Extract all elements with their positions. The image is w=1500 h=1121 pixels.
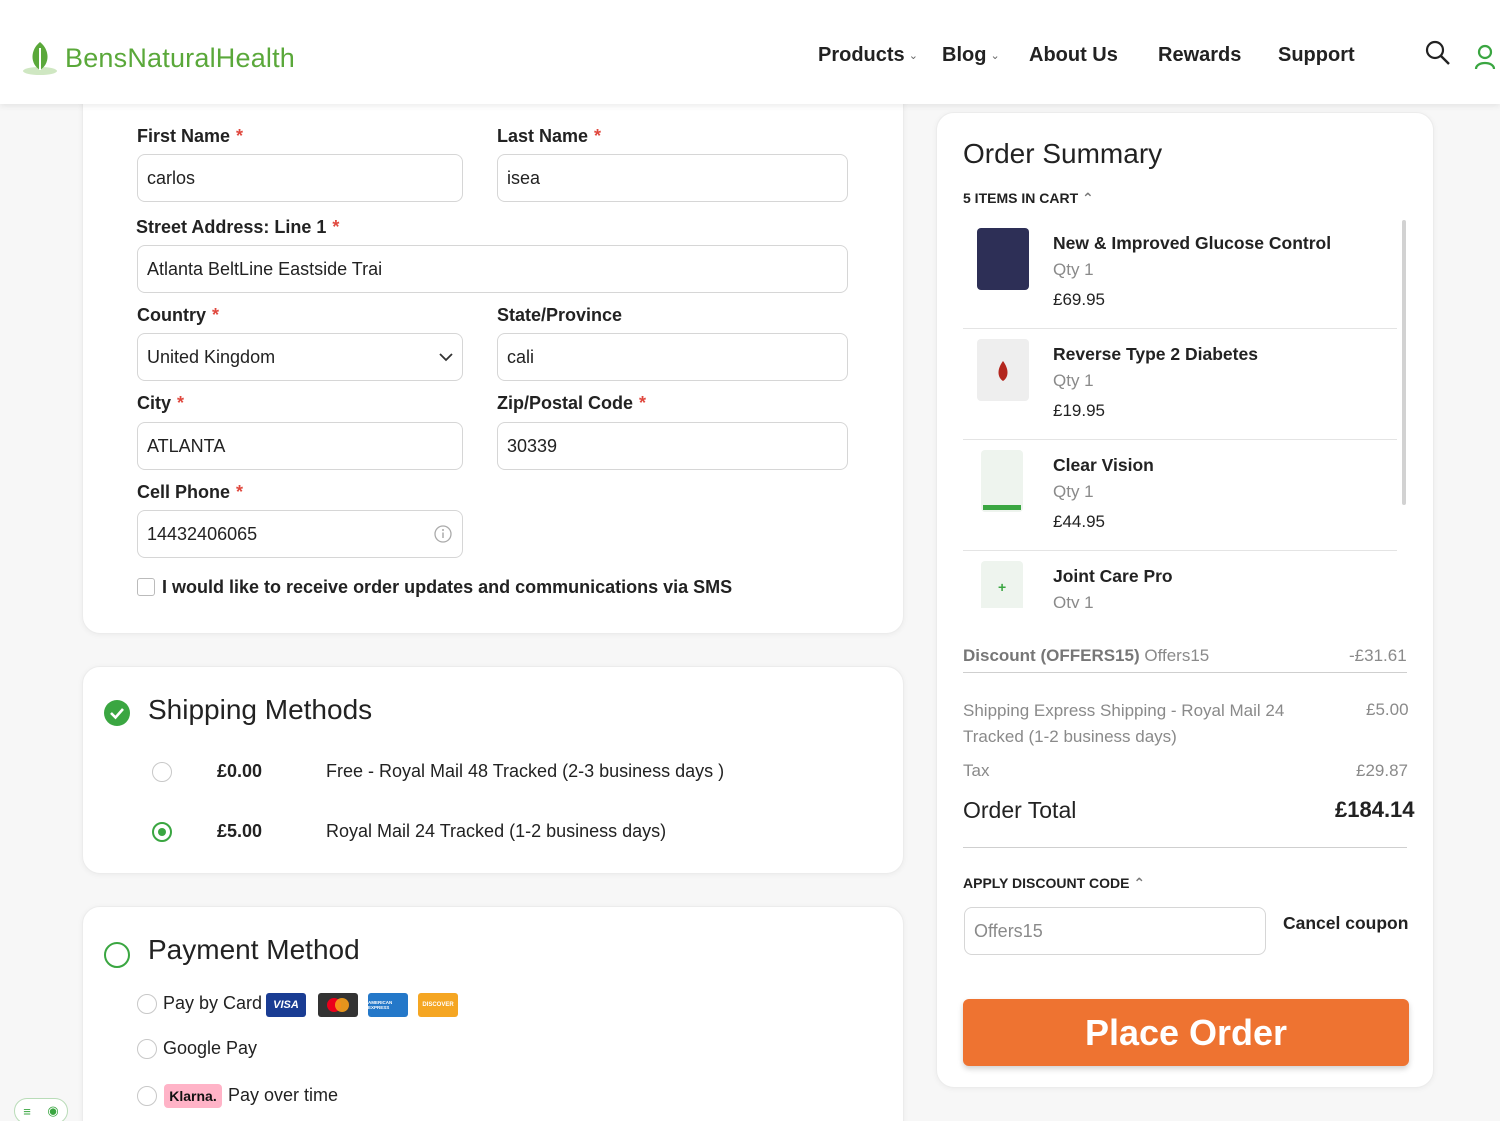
- state-input[interactable]: cali: [497, 333, 848, 381]
- shipping-value: £5.00: [1366, 700, 1409, 719]
- cart-item-qty: Qty 1: [1053, 593, 1094, 608]
- product-image: [977, 228, 1029, 290]
- nav-rewards-label: Rewards: [1158, 44, 1242, 66]
- check-circle-icon: [104, 700, 130, 726]
- top-navigation: BensNaturalHealth Products ⌄ Blog ⌄ About …: [0, 0, 1500, 104]
- cart-item-qty: Qty 1: [1053, 260, 1094, 279]
- first-name-input[interactable]: carlos: [137, 154, 463, 202]
- pay-by-card-label: Pay by Card: [163, 993, 263, 1013]
- apply-discount-toggle[interactable]: APPLY DISCOUNT CODE ⌃: [963, 875, 1145, 892]
- shipping-row-label: Shipping Express Shipping - Royal Mail 2…: [963, 701, 1285, 746]
- discount-code-input[interactable]: Offers15: [964, 907, 1266, 955]
- cart-item-price: £69.95: [1053, 290, 1105, 309]
- cart-scrollbar[interactable]: [1402, 220, 1406, 505]
- step-circle-icon: [104, 942, 130, 968]
- nav-about[interactable]: About Us: [1029, 44, 1118, 67]
- cart-item-name: Clear Vision: [1053, 455, 1154, 475]
- items-in-cart-toggle[interactable]: 5 ITEMS IN CART ⌃: [963, 190, 1094, 207]
- google-pay-label: Google Pay: [163, 1038, 258, 1058]
- cart-item-qty: Qty 1: [1053, 371, 1094, 390]
- info-icon[interactable]: [433, 524, 453, 544]
- nav-products-label: Products: [818, 44, 905, 66]
- nav-rewards[interactable]: Rewards: [1158, 44, 1241, 67]
- country-select[interactable]: United Kingdom: [137, 333, 463, 381]
- tax-value: £29.87: [1356, 761, 1408, 780]
- city-input[interactable]: ATLANTA: [137, 422, 463, 470]
- shipping-option-price: £0.00: [217, 761, 263, 781]
- chevron-up-icon: ⌃: [1133, 875, 1146, 891]
- accessibility-widget[interactable]: ≡ ◉: [14, 1098, 68, 1121]
- product-image: +: [981, 561, 1023, 608]
- divider: [963, 328, 1397, 329]
- list-icon: ≡: [23, 1103, 31, 1119]
- cart-item-name: Reverse Type 2 Diabetes: [1053, 344, 1258, 364]
- klarna-radio[interactable]: [137, 1086, 157, 1106]
- first-name-label: First Name *: [137, 126, 244, 146]
- order-summary-title: Order Summary: [963, 138, 1163, 169]
- pay-by-card-radio[interactable]: [137, 994, 157, 1014]
- chevron-down-icon: [439, 353, 453, 362]
- cart-item-name: New & Improved Glucose Control: [1053, 233, 1332, 253]
- nav-blog-label: Blog: [942, 44, 987, 66]
- nav-support-label: Support: [1278, 44, 1355, 66]
- shipping-option-express-radio[interactable]: [152, 822, 172, 842]
- shipping-option-free-radio[interactable]: [152, 762, 172, 782]
- klarna-label: Pay over time: [228, 1085, 339, 1105]
- street-label: Street Address: Line 1 *: [136, 217, 340, 237]
- cart-item-price: £19.95: [1053, 401, 1105, 420]
- discount-value: -£31.61: [1349, 646, 1407, 665]
- cart-item-price: £44.95: [1053, 512, 1105, 531]
- search-icon[interactable]: [1425, 40, 1451, 66]
- leaf-logo-icon: [23, 42, 57, 75]
- shipping-option-price: £5.00: [217, 821, 263, 841]
- mastercard-icon: [318, 993, 358, 1017]
- brand-name: BensNaturalHealth: [65, 42, 296, 73]
- visa-icon: VISA: [266, 993, 306, 1017]
- discover-icon: DISCOVER: [418, 993, 458, 1017]
- order-total-value: £184.14: [1335, 797, 1415, 822]
- shipping-title: Shipping Methods: [148, 694, 373, 725]
- sms-label: I would like to receive order updates an…: [162, 577, 733, 597]
- last-name-input[interactable]: isea: [497, 154, 848, 202]
- amex-icon: AMERICAN EXPRESS: [368, 993, 408, 1017]
- cookie-icon: ◉: [47, 1103, 59, 1118]
- chevron-down-icon: ⌄: [990, 50, 1000, 62]
- klarna-badge: Klarna.: [164, 1084, 222, 1108]
- divider: [963, 439, 1397, 440]
- chevron-down-icon: ⌄: [908, 50, 918, 62]
- discount-row-label: Discount (OFFERS15) Offers15: [963, 646, 1210, 665]
- divider: [963, 672, 1407, 673]
- cart-item-qty: Qty 1: [1053, 482, 1094, 501]
- cart-item-clip: + Joint Care Pro Qty 1: [963, 551, 1403, 608]
- product-image: [981, 450, 1023, 512]
- user-icon[interactable]: [1474, 44, 1496, 70]
- shipping-option-desc: Royal Mail 24 Tracked (1-2 business days…: [326, 821, 667, 841]
- sms-checkbox[interactable]: [137, 578, 155, 596]
- google-pay-radio[interactable]: [137, 1039, 157, 1059]
- zip-label: Zip/Postal Code *: [497, 393, 647, 413]
- last-name-label: Last Name *: [497, 126, 602, 146]
- payment-title: Payment Method: [148, 934, 360, 965]
- tax-label: Tax: [963, 761, 990, 780]
- brand-logo[interactable]: BensNaturalHealth: [20, 38, 295, 78]
- country-label: Country *: [137, 305, 220, 325]
- chevron-up-icon: ⌃: [1082, 190, 1094, 206]
- nav-about-label: About Us: [1029, 44, 1118, 66]
- nav-support[interactable]: Support: [1278, 44, 1355, 67]
- cart-item-name: Joint Care Pro: [1053, 566, 1173, 586]
- zip-input[interactable]: 30339: [497, 422, 848, 470]
- nav-blog[interactable]: Blog ⌄: [942, 44, 1000, 67]
- state-label: State/Province: [497, 305, 623, 325]
- shipping-option-desc: Free - Royal Mail 48 Tracked (2-3 busine…: [326, 761, 725, 781]
- phone-label: Cell Phone *: [137, 482, 244, 502]
- phone-input[interactable]: 14432406065: [137, 510, 463, 558]
- street-address-input[interactable]: Atlanta BeltLine Eastside Trai: [137, 245, 848, 293]
- place-order-button[interactable]: Place Order: [963, 999, 1409, 1066]
- product-image: [977, 339, 1029, 401]
- nav-products[interactable]: Products ⌄: [818, 44, 918, 67]
- city-label: City *: [137, 393, 185, 413]
- divider: [963, 847, 1407, 848]
- order-total-label: Order Total: [963, 797, 1077, 823]
- cancel-coupon-button[interactable]: Cancel coupon: [1283, 913, 1408, 934]
